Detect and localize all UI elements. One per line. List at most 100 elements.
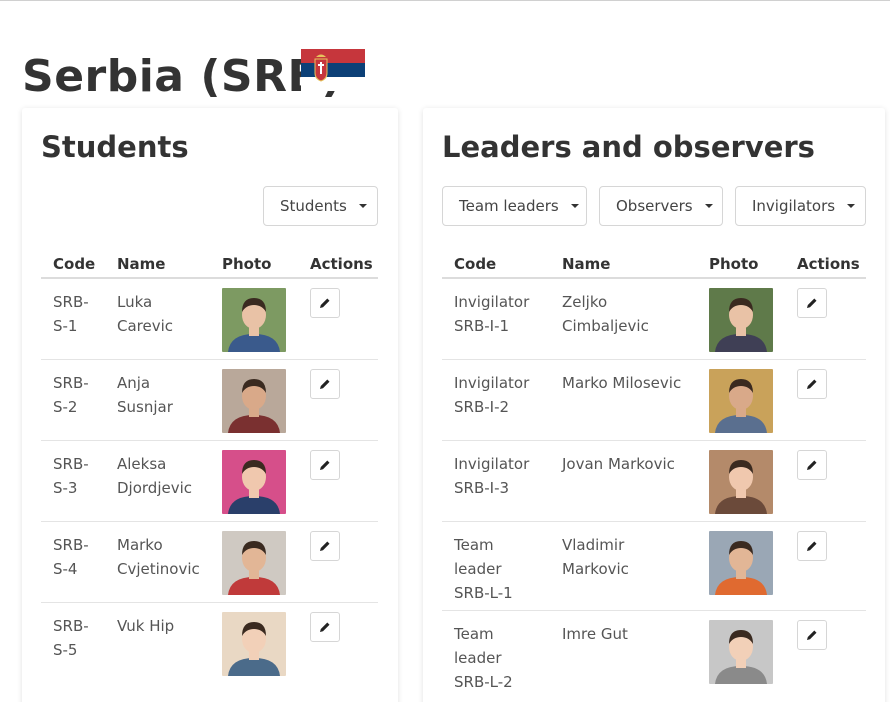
edit-button[interactable] — [797, 288, 827, 318]
person-photo — [709, 369, 773, 433]
table-row: SRB- S-1 Luka Carevic — [41, 279, 378, 360]
col-name: Name — [562, 255, 611, 273]
table-row: Team leader SRB-L-2 Imre Gut — [442, 611, 866, 701]
name-line: Cvjetinovic — [117, 560, 200, 578]
pencil-icon — [319, 540, 331, 552]
students-dropdown[interactable]: Students — [263, 186, 378, 226]
edit-button[interactable] — [310, 450, 340, 480]
person-photo — [709, 531, 773, 595]
row-name: Zeljko Cimbaljevic — [562, 290, 649, 338]
table-row: SRB- S-5 Vuk Hip — [41, 603, 378, 684]
table-row: SRB- S-4 Marko Cvjetinovic — [41, 522, 378, 603]
pencil-icon — [806, 459, 818, 471]
observers-dropdown-label: Observers — [616, 197, 693, 215]
row-name: Luka Carevic — [117, 290, 173, 338]
code-line: Team — [454, 536, 494, 554]
row-code: SRB- S-4 — [53, 533, 89, 581]
person-photo — [709, 288, 773, 352]
code-line: SRB-L-1 — [454, 584, 513, 602]
code-line: Invigilator — [454, 455, 530, 473]
name-line: Susnjar — [117, 398, 173, 416]
name-line: Aleksa — [117, 455, 167, 473]
leaders-card: Leaders and observers Team leaders Obser… — [423, 108, 885, 702]
top-divider — [0, 0, 890, 1]
name-line: Luka — [117, 293, 153, 311]
edit-button[interactable] — [797, 450, 827, 480]
row-code: SRB- S-2 — [53, 371, 89, 419]
observers-dropdown[interactable]: Observers — [599, 186, 723, 226]
table-row: SRB- S-2 Anja Susnjar — [41, 360, 378, 441]
code-line: S-1 — [53, 317, 78, 335]
page-title: Serbia (SRB) — [22, 51, 343, 102]
edit-button[interactable] — [310, 531, 340, 561]
row-code: SRB- S-5 — [53, 614, 89, 662]
row-name: Aleksa Djordjevic — [117, 452, 192, 500]
row-code: Invigilator SRB-I-1 — [454, 290, 529, 338]
code-line: S-2 — [53, 398, 78, 416]
col-code: Code — [53, 255, 96, 273]
row-code: Invigilator SRB-I-3 — [454, 452, 529, 500]
col-photo: Photo — [709, 255, 759, 273]
row-code: Team leader SRB-L-2 — [454, 622, 513, 694]
code-line: leader — [454, 560, 502, 578]
students-dropdown-label: Students — [280, 197, 347, 215]
row-code: Team leader SRB-L-1 — [454, 533, 513, 605]
row-name: Jovan Markovic — [562, 452, 675, 476]
name-line: Vuk Hip — [117, 617, 175, 635]
pencil-icon — [806, 629, 818, 641]
table-row: SRB- S-3 Aleksa Djordjevic — [41, 441, 378, 522]
invigilators-dropdown-label: Invigilators — [752, 197, 836, 215]
pencil-icon — [806, 540, 818, 552]
person-photo — [222, 450, 286, 514]
students-heading: Students — [41, 130, 189, 164]
students-card: Students Students Code Name Photo Action… — [22, 108, 398, 702]
caret-down-icon — [847, 204, 856, 208]
code-line: S-3 — [53, 479, 78, 497]
caret-down-icon — [704, 204, 713, 208]
row-code: Invigilator SRB-I-2 — [454, 371, 529, 419]
pencil-icon — [319, 297, 331, 309]
row-code: SRB- S-1 — [53, 290, 89, 338]
name-line: Djordjevic — [117, 479, 193, 497]
edit-button[interactable] — [310, 612, 340, 642]
edit-button[interactable] — [797, 531, 827, 561]
caret-down-icon — [358, 204, 367, 208]
serbia-flag — [301, 49, 365, 91]
edit-button[interactable] — [797, 620, 827, 650]
name-line: Zeljko — [562, 293, 608, 311]
person-photo — [222, 612, 286, 676]
table-row: Team leader SRB-L-1 Vladimir Markovic — [442, 522, 866, 611]
team-leaders-dropdown[interactable]: Team leaders — [442, 186, 587, 226]
code-line: SRB-I-1 — [454, 317, 510, 335]
code-line: Invigilator — [454, 293, 530, 311]
code-line: SRB-L-2 — [454, 673, 513, 691]
row-name: Marko Milosevic — [562, 371, 681, 395]
name-line: Cimbaljevic — [562, 317, 649, 335]
code-line: SRB-I-2 — [454, 398, 510, 416]
leaders-heading: Leaders and observers — [442, 130, 815, 164]
code-line: SRB- — [53, 293, 89, 311]
code-line: SRB- — [53, 617, 89, 635]
students-table-header: Code Name Photo Actions — [41, 243, 378, 279]
col-code: Code — [454, 255, 497, 273]
edit-button[interactable] — [310, 369, 340, 399]
code-line: Invigilator — [454, 374, 530, 392]
code-line: SRB-I-3 — [454, 479, 510, 497]
edit-button[interactable] — [310, 288, 340, 318]
row-name: Anja Susnjar — [117, 371, 173, 419]
col-photo: Photo — [222, 255, 272, 273]
person-photo — [222, 288, 286, 352]
code-line: SRB- — [53, 536, 89, 554]
pencil-icon — [319, 459, 331, 471]
name-line: Anja — [117, 374, 151, 392]
person-photo — [709, 620, 773, 684]
row-name: Vladimir Markovic — [562, 533, 629, 581]
name-line: Marko Milosevic — [562, 374, 682, 392]
invigilators-dropdown[interactable]: Invigilators — [735, 186, 866, 226]
edit-button[interactable] — [797, 369, 827, 399]
row-code: SRB- S-3 — [53, 452, 89, 500]
col-actions: Actions — [310, 255, 373, 273]
row-name: Vuk Hip — [117, 614, 174, 638]
pencil-icon — [319, 378, 331, 390]
row-name: Marko Cvjetinovic — [117, 533, 200, 581]
